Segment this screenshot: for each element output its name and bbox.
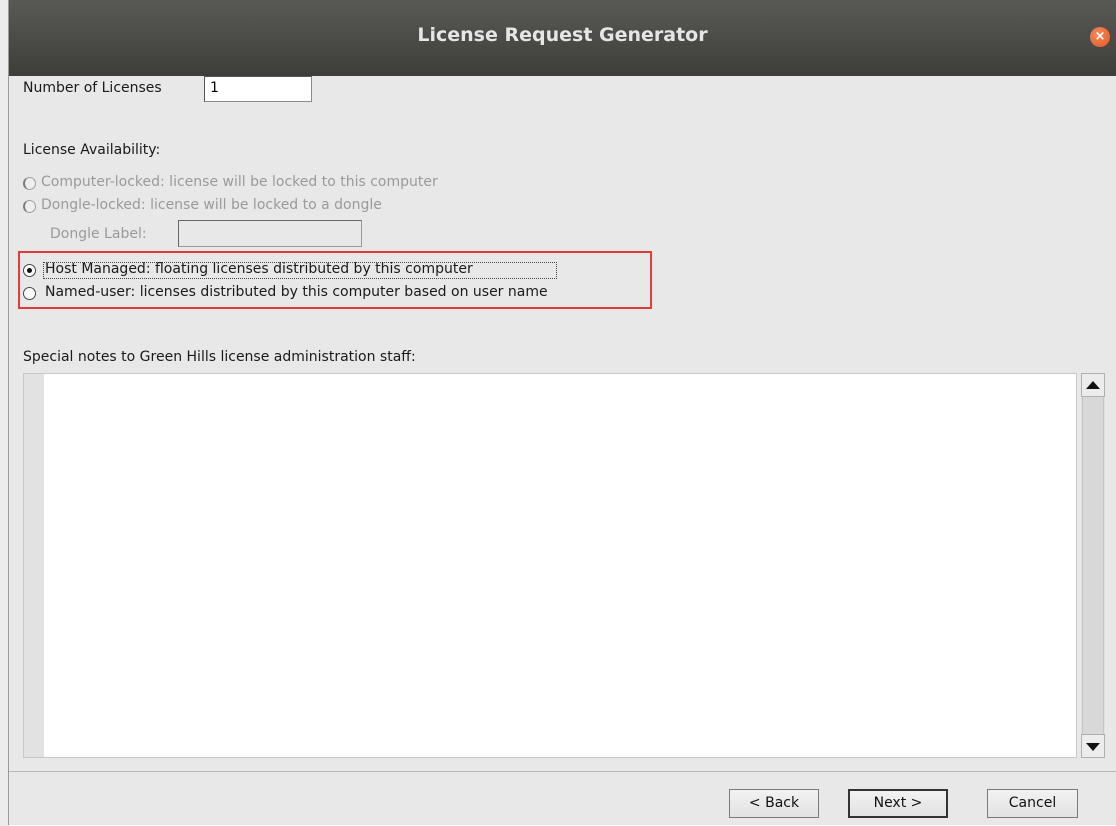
cancel-button[interactable]: Cancel [987,789,1078,818]
named-user-label[interactable]: Named-user: licenses distributed by this… [45,284,548,300]
license-request-dialog: License Request Generator × Number of Li… [8,0,1116,826]
license-availability-heading: License Availability: [23,142,161,158]
dongle-locked-radio[interactable] [23,200,36,213]
dongle-label-input[interactable] [178,220,362,247]
computer-locked-label: Computer-locked: license will be locked … [41,174,438,190]
button-bar: < Back Next > Cancel [9,771,1116,826]
arrow-down-icon [1086,743,1100,751]
back-button[interactable]: < Back [729,789,819,818]
computer-locked-radio[interactable] [23,177,36,190]
scroll-up-button[interactable] [1081,373,1105,397]
close-icon[interactable]: × [1090,27,1110,47]
title-bar[interactable]: License Request Generator × [9,0,1116,76]
special-notes-textarea[interactable] [23,373,1077,758]
scroll-track[interactable] [1082,397,1104,734]
next-button[interactable]: Next > [848,789,948,818]
host-managed-label[interactable]: Host Managed: floating licenses distribu… [45,261,473,277]
dongle-locked-label: Dongle-locked: license will be locked to… [41,197,382,213]
highlight-box [18,251,652,309]
dialog-content: Number of Licenses 1 License Availabilit… [9,76,1116,771]
window-title: License Request Generator [417,24,708,46]
number-of-licenses-input[interactable]: 1 [204,76,312,102]
scroll-down-button[interactable] [1081,734,1105,758]
arrow-up-icon [1086,381,1100,389]
number-of-licenses-label: Number of Licenses [23,80,162,96]
notes-scrollbar[interactable] [1081,373,1105,758]
special-notes-label: Special notes to Green Hills license adm… [23,349,416,365]
host-managed-radio[interactable] [23,264,36,277]
named-user-radio[interactable] [23,287,36,300]
textarea-gutter [24,374,44,757]
dongle-label-caption: Dongle Label: [50,226,147,242]
